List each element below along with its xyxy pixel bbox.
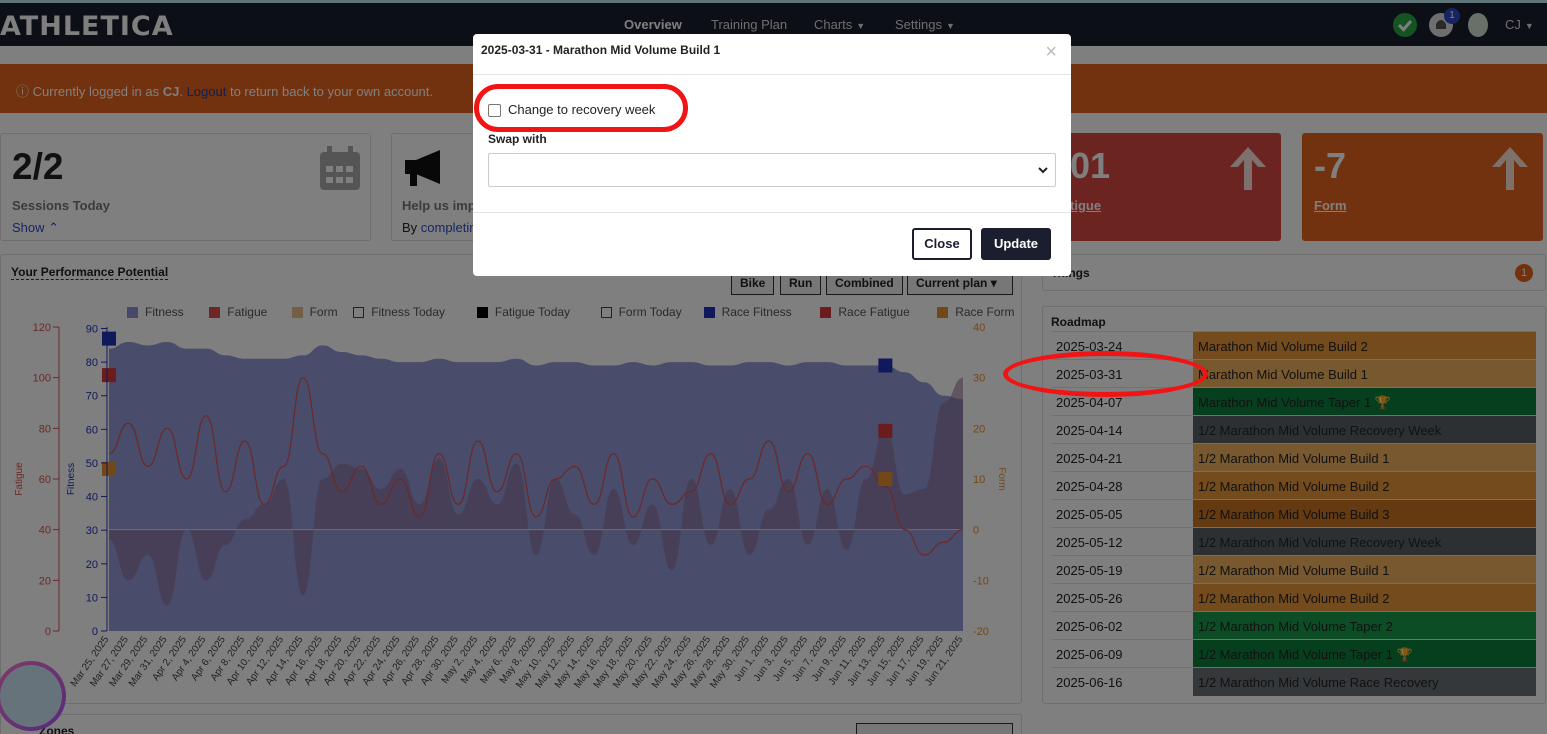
divider [473,212,1071,213]
annotation-circle [1003,351,1208,397]
divider [473,74,1071,75]
modal-title: 2025-03-31 - Marathon Mid Volume Build 1 [481,43,721,57]
close-icon[interactable]: × [1045,41,1057,64]
close-button[interactable]: Close [912,228,972,260]
chevron-down-icon [1038,167,1048,174]
annotation-circle [474,84,688,132]
update-button[interactable]: Update [981,228,1051,260]
week-edit-modal: 2025-03-31 - Marathon Mid Volume Build 1… [473,34,1071,276]
swap-with-select[interactable] [488,153,1056,187]
swap-with-label: Swap with [488,132,547,146]
